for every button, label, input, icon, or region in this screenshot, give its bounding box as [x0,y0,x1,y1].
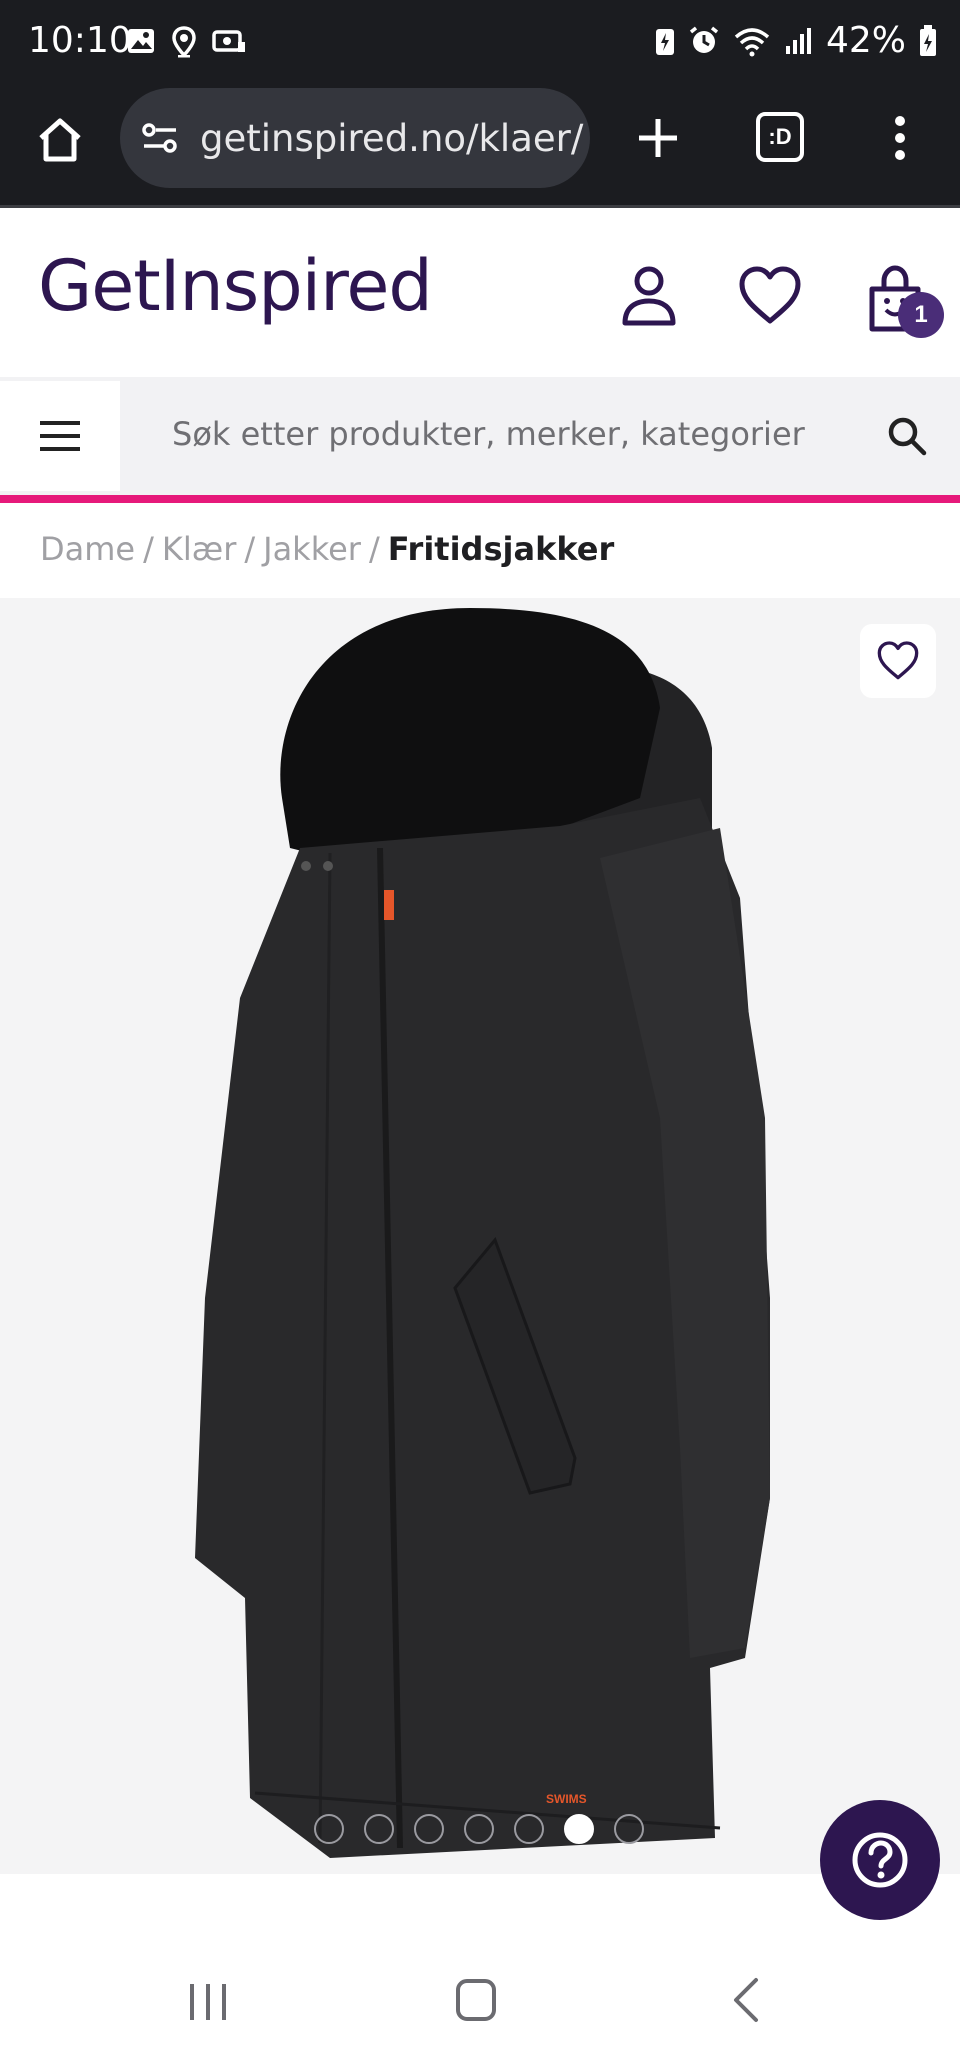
wifi-icon [734,27,770,56]
breadcrumb-link-klaer[interactable]: Klær [162,530,236,568]
site-logo[interactable]: GetInspired [38,245,433,327]
image-icon [128,29,154,53]
pagination-dot[interactable] [464,1814,494,1844]
site-settings-icon[interactable] [140,118,180,158]
heart-icon [877,641,919,680]
plus-icon [639,119,677,157]
help-button[interactable] [820,1800,940,1920]
question-mark-icon [852,1832,908,1888]
tab-switcher-button[interactable]: :D [756,112,804,162]
status-left-icons [126,26,246,58]
product-image-gallery[interactable] [0,598,960,1874]
camera-icon [212,30,245,52]
gallery-wishlist-button[interactable] [860,624,936,698]
address-bar[interactable]: getinspired.no/klaer/ [120,88,590,188]
gallery-pagination [314,1814,644,1844]
pagination-dot[interactable] [314,1814,344,1844]
status-right-icons: 42% [654,20,938,61]
pagination-dot-active[interactable] [564,1814,594,1844]
pagination-dot[interactable] [614,1814,644,1844]
breadcrumb: Dame / Klær / Jakker / Fritidsjakker [40,530,614,568]
product-image-jacket [195,608,770,1858]
pagination-dot[interactable] [514,1814,544,1844]
home-icon [39,118,81,162]
breadcrumb-separator: / [143,530,154,568]
hamburger-icon [40,421,80,451]
browser-home-button[interactable] [28,108,92,172]
accent-divider [0,495,960,503]
battery-percent: 42% [825,20,906,61]
new-tab-button[interactable] [624,104,692,172]
pagination-dot[interactable] [364,1814,394,1844]
search-input[interactable]: Søk etter produkter, merker, kategorier [172,415,805,453]
browser-menu-button[interactable] [880,104,920,172]
status-bar: 10:10 42% [0,0,960,86]
system-navigation-bar [0,1960,960,2059]
pagination-dot[interactable] [414,1814,444,1844]
search-bar: Søk etter produkter, merker, kategorier [0,377,960,495]
wishlist-heart-icon[interactable] [736,263,804,329]
breadcrumb-link-jakker[interactable]: Jakker [263,530,361,568]
site-header: GetInspired 1 [0,211,960,377]
alarm-icon [689,26,719,53]
url-text: getinspired.no/klaer/ [200,116,584,160]
more-vertical-icon [895,116,905,160]
status-time: 10:10 [28,20,132,61]
battery-saver-icon [655,28,674,55]
recent-apps-icon[interactable] [188,1982,228,2022]
breadcrumb-link-dame[interactable]: Dame [40,530,135,568]
breadcrumb-separator: / [368,530,380,568]
cart-count-badge: 1 [898,292,944,338]
signal-icon [785,27,811,54]
menu-button[interactable] [0,381,120,491]
battery-icon [920,24,936,56]
back-icon[interactable] [728,1976,762,2024]
account-icon[interactable] [616,263,682,329]
location-icon [172,26,196,58]
home-nav-icon[interactable] [455,1978,497,2022]
browser-toolbar: getinspired.no/klaer/ :D [0,86,960,208]
brand-mark: SWIMS [546,1792,587,1806]
breadcrumb-current: Fritidsjakker [387,530,615,568]
breadcrumb-separator: / [244,530,256,568]
search-icon[interactable] [886,415,928,457]
